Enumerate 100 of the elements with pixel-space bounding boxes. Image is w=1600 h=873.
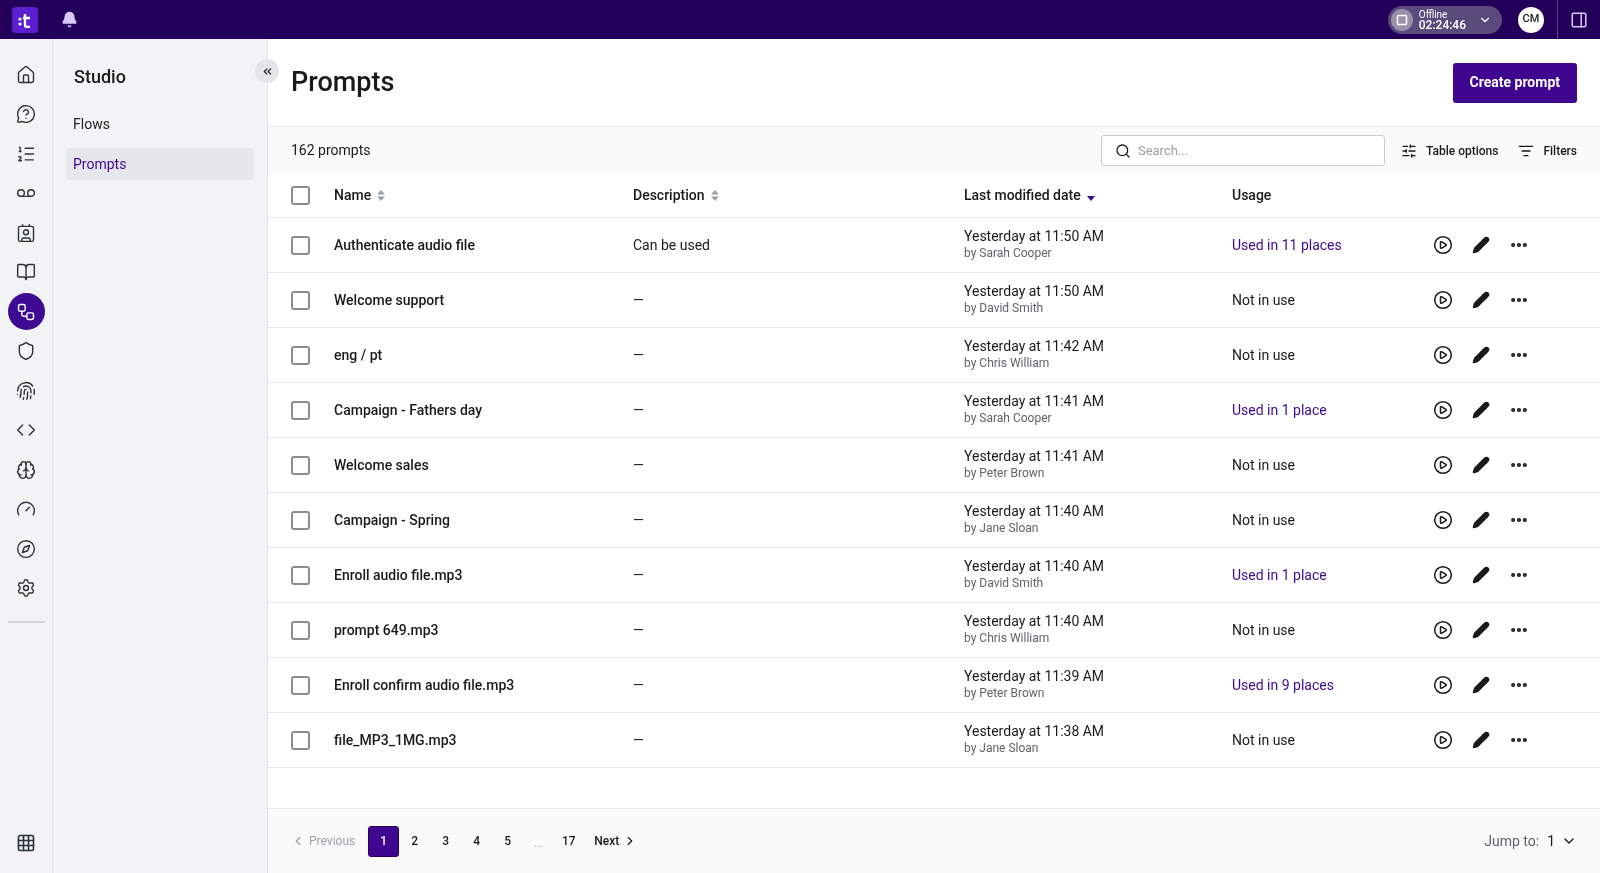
description-cell: — xyxy=(633,677,644,693)
modified-by: by David Smith xyxy=(964,575,1045,592)
prompt-name[interactable]: Welcome sales xyxy=(334,457,429,473)
prompt-name[interactable]: Campaign - Fathers day xyxy=(334,402,483,418)
edit-icon[interactable] xyxy=(1472,346,1490,364)
apps-grid-icon[interactable] xyxy=(16,833,36,853)
search-field[interactable]: Search... xyxy=(1100,135,1385,166)
edit-icon[interactable] xyxy=(1472,291,1490,309)
sort-icon[interactable] xyxy=(377,190,386,201)
edit-icon[interactable] xyxy=(1472,511,1490,529)
status-pill[interactable]: Offline 02:24:46 xyxy=(1387,5,1502,34)
sidebar-item[interactable]: Flows xyxy=(66,108,254,140)
page-button[interactable]: 1 xyxy=(368,825,400,857)
collapse-button[interactable] xyxy=(255,59,279,83)
filters-button[interactable]: Filters xyxy=(1518,141,1577,160)
notifications-icon[interactable] xyxy=(61,11,78,28)
play-icon[interactable] xyxy=(1433,620,1453,640)
checkbox[interactable] xyxy=(291,400,310,420)
edit-icon[interactable] xyxy=(1472,676,1490,694)
description-cell: — xyxy=(633,292,644,308)
panel-icon[interactable] xyxy=(1570,10,1588,29)
page-button[interactable]: 3 xyxy=(430,825,462,857)
stop-icon xyxy=(1390,8,1413,31)
search-input[interactable]: Search... xyxy=(1137,140,1371,161)
edit-icon[interactable] xyxy=(1472,401,1490,419)
play-icon[interactable] xyxy=(1433,345,1453,365)
page-button[interactable]: 2 xyxy=(399,825,431,857)
play-icon[interactable] xyxy=(1433,565,1453,585)
shield-icon xyxy=(16,341,36,361)
usage-link[interactable]: Used in 1 place xyxy=(1232,567,1327,583)
page-title: Prompts xyxy=(291,65,395,101)
page-button[interactable]: 4 xyxy=(461,825,493,857)
edit-icon[interactable] xyxy=(1472,566,1490,584)
app-logo[interactable] xyxy=(12,6,38,33)
page-button[interactable]: 17 xyxy=(553,825,585,857)
description-cell: Can be used xyxy=(633,237,710,253)
usage-link[interactable]: Used in 9 places xyxy=(1232,677,1334,693)
edit-icon[interactable] xyxy=(1472,621,1490,639)
sidebar-title: Studio xyxy=(73,65,127,89)
modified-date: Yesterday at 11:42 AM xyxy=(964,338,1106,355)
usage-link[interactable]: Used in 1 place xyxy=(1232,402,1327,418)
play-icon[interactable] xyxy=(1433,455,1453,475)
sort-icon[interactable] xyxy=(710,190,719,201)
sidebar-item[interactable]: Prompts xyxy=(66,148,254,180)
play-icon[interactable] xyxy=(1433,510,1453,530)
compass-icon xyxy=(16,538,36,559)
modified-by: by Sarah Cooper xyxy=(964,245,1053,262)
usage-text: Not in use xyxy=(1232,347,1295,363)
checkbox[interactable] xyxy=(291,455,310,475)
fingerprint-icon xyxy=(16,380,36,401)
play-icon[interactable] xyxy=(1433,730,1453,750)
usage-link[interactable]: Used in 11 places xyxy=(1232,237,1342,253)
checkbox[interactable] xyxy=(291,345,310,365)
brain-icon xyxy=(16,459,36,480)
checkbox[interactable] xyxy=(291,675,310,695)
checkbox[interactable] xyxy=(291,186,310,205)
checkbox[interactable] xyxy=(291,565,310,585)
column-header[interactable]: Last modified date xyxy=(964,185,1081,206)
checkbox[interactable] xyxy=(291,730,310,750)
user-avatar[interactable]: CM xyxy=(1518,6,1544,33)
column-header[interactable]: Description xyxy=(633,185,705,206)
logo-icon xyxy=(18,11,32,28)
modified-date: Yesterday at 11:40 AM xyxy=(964,613,1106,630)
jump-to-select[interactable]: 1 xyxy=(1547,830,1577,852)
play-icon[interactable] xyxy=(1433,290,1453,310)
checkbox[interactable] xyxy=(291,510,310,530)
prompt-name[interactable]: prompt 649.mp3 xyxy=(334,622,439,638)
description-cell: — xyxy=(633,567,644,583)
description-cell: — xyxy=(633,622,644,638)
create-prompt-button[interactable]: Create prompt xyxy=(1452,62,1577,103)
prompt-name[interactable]: Welcome support xyxy=(334,292,445,308)
modified-date: Yesterday at 11:41 AM xyxy=(964,448,1106,465)
edit-icon[interactable] xyxy=(1472,236,1490,254)
usage-text: Not in use xyxy=(1232,292,1295,308)
prompt-name[interactable]: Enroll audio file.mp3 xyxy=(334,567,463,583)
home-icon xyxy=(16,64,36,85)
table-options-button[interactable]: Table options xyxy=(1400,141,1499,160)
prompt-name[interactable]: eng / pt xyxy=(334,347,383,363)
next-button[interactable]: Next xyxy=(594,832,638,850)
column-header[interactable]: Name xyxy=(334,185,372,206)
edit-icon[interactable] xyxy=(1472,731,1490,749)
edit-icon[interactable] xyxy=(1472,456,1490,474)
page-button[interactable]: 5 xyxy=(492,825,524,857)
search-icon xyxy=(1114,142,1131,159)
play-icon[interactable] xyxy=(1433,400,1453,420)
play-icon[interactable] xyxy=(1433,675,1453,695)
modified-by: by David Smith xyxy=(964,300,1045,317)
prompt-name[interactable]: Authenticate audio file xyxy=(334,237,475,253)
usage-text: Not in use xyxy=(1232,457,1295,473)
play-icon[interactable] xyxy=(1433,235,1453,255)
prompt-name[interactable]: Campaign - Spring xyxy=(334,512,450,528)
prompt-name[interactable]: Enroll confirm audio file.mp3 xyxy=(334,677,515,693)
open-book-icon xyxy=(16,262,36,282)
checkbox[interactable] xyxy=(291,620,310,640)
pagination-ellipsis: ... xyxy=(532,835,544,852)
nav-item[interactable] xyxy=(7,293,45,330)
prompt-name[interactable]: file_MP3_1MG.mp3 xyxy=(334,732,457,748)
jump-to-label: Jump to: xyxy=(1484,831,1540,851)
checkbox[interactable] xyxy=(291,235,310,255)
checkbox[interactable] xyxy=(291,290,310,310)
